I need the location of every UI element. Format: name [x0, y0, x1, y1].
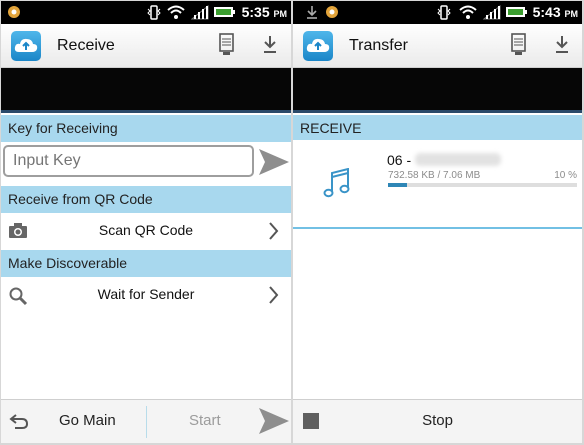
server-icon[interactable]	[510, 33, 528, 57]
item-separator	[293, 227, 582, 229]
ad-banner	[293, 68, 582, 113]
chevron-right-icon	[269, 286, 279, 304]
battery-icon	[506, 7, 527, 17]
status-bar: 5:43 PM	[293, 1, 582, 24]
chevron-right-icon	[269, 222, 279, 240]
signal-icon	[191, 5, 209, 20]
transfer-item[interactable]: 06 - 732.58 KB / 7.06 MB 10 %	[293, 140, 582, 228]
progress-percent: 10 %	[554, 170, 577, 181]
transfer-footer: Stop	[293, 399, 582, 443]
send-icon[interactable]	[258, 406, 290, 436]
page-title: Receive	[57, 37, 115, 54]
file-size: 732.58 KB / 7.06 MB	[388, 170, 481, 181]
wifi-icon	[459, 5, 477, 19]
key-input[interactable]	[3, 145, 254, 177]
status-time: 5:43 PM	[532, 4, 578, 20]
section-key-for-receiving: Key for Receiving	[1, 115, 291, 142]
scan-qr-code-row[interactable]: Scan QR Code	[1, 213, 291, 249]
section-receive-from-qr: Receive from QR Code	[1, 186, 291, 213]
status-bar: 5:35 PM	[1, 1, 291, 24]
cloud-app-icon[interactable]	[11, 31, 41, 61]
progress-bar	[388, 183, 577, 187]
cloud-app-icon[interactable]	[303, 31, 333, 61]
server-icon[interactable]	[218, 33, 236, 57]
app-bar: Transfer	[293, 24, 582, 68]
section-make-discoverable: Make Discoverable	[1, 250, 291, 277]
redacted-filename	[415, 153, 502, 166]
vibrate-icon	[437, 5, 451, 20]
progress-fill	[388, 183, 407, 187]
wait-for-sender-label: Wait for Sender	[97, 286, 195, 302]
scan-qr-code-label: Scan QR Code	[98, 222, 194, 238]
page-title: Transfer	[349, 37, 408, 54]
vibrate-icon	[147, 5, 161, 20]
back-arrow-icon[interactable]	[9, 412, 29, 430]
status-time: 5:35 PM	[241, 4, 287, 20]
music-note-icon	[323, 168, 350, 198]
download-status-icon	[307, 6, 317, 19]
notification-icon	[8, 6, 20, 18]
download-icon[interactable]	[553, 33, 571, 57]
transfer-screen: 5:43 PM Transfer RECEIVE 06 - 732.58 KB …	[293, 1, 582, 443]
stop-button[interactable]: Stop	[293, 412, 582, 429]
wait-for-sender-row[interactable]: Wait for Sender	[1, 277, 291, 313]
ad-banner	[1, 68, 291, 113]
receive-footer: Go Main Start	[1, 399, 291, 443]
download-icon[interactable]	[261, 33, 279, 57]
section-receive: RECEIVE	[293, 115, 582, 142]
notification-icon	[326, 6, 338, 18]
app-bar: Receive	[1, 24, 291, 68]
start-button[interactable]: Start	[189, 412, 221, 429]
file-name: 06 -	[387, 152, 502, 168]
signal-icon	[483, 5, 501, 20]
footer-divider	[146, 406, 147, 438]
receive-screen: 5:35 PM Receive Key for Receiving Receiv…	[1, 1, 291, 443]
wifi-icon	[167, 5, 185, 19]
battery-icon	[214, 7, 235, 17]
go-main-button[interactable]: Go Main	[59, 412, 116, 429]
send-icon[interactable]	[258, 147, 290, 177]
